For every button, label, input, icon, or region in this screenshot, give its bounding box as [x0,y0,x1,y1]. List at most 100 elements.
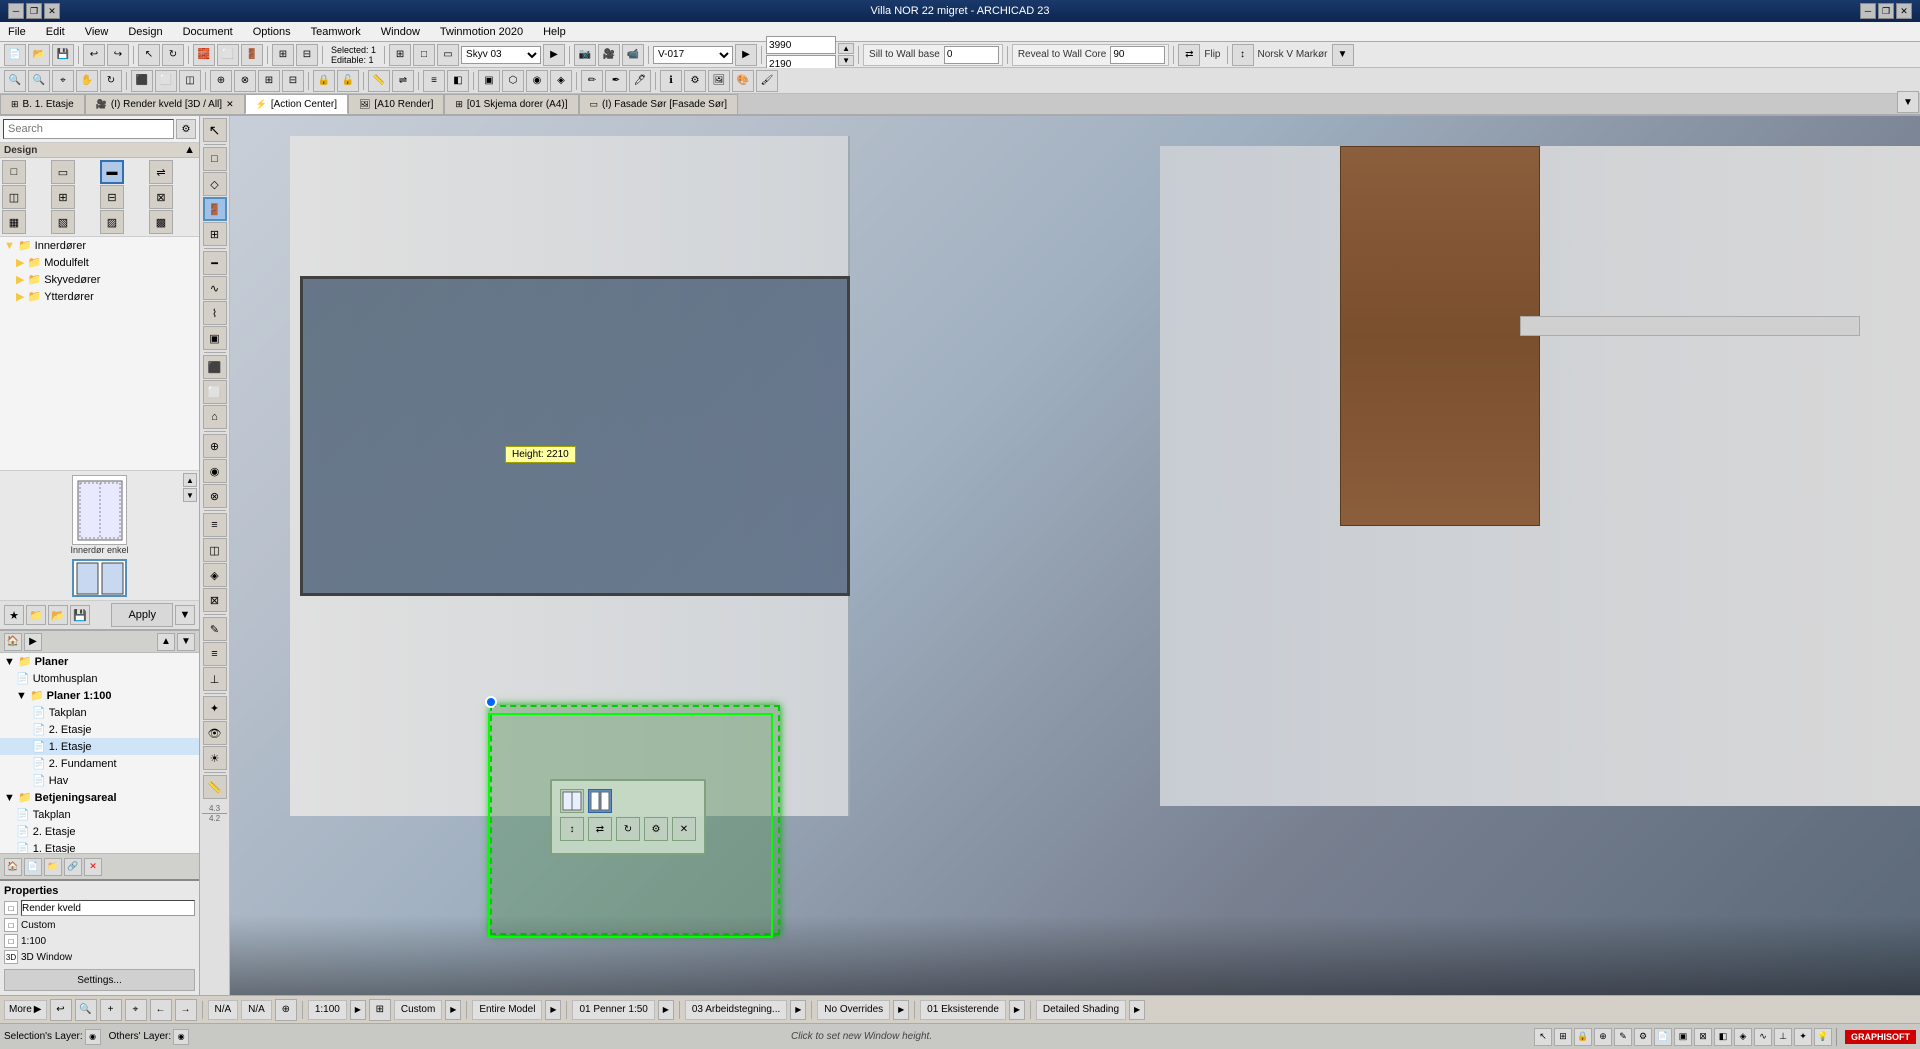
tb-undo[interactable]: ↩ [83,44,105,66]
fav-btn-4[interactable]: 💾 [70,605,90,625]
tree-skyvedorer[interactable]: ▶ 📁 Skyvedører [0,271,199,288]
door-type-7[interactable]: ⊟ [100,185,124,209]
vtool-column[interactable]: ◉ [203,459,227,483]
restore-btn-right[interactable]: ❐ [1878,3,1894,19]
sb2-icon-7[interactable]: 📄 [1654,1028,1672,1046]
tb2-snap4[interactable]: ⊟ [282,70,304,92]
sb2-icon-5[interactable]: ✎ [1614,1028,1632,1046]
nav-zoom-in[interactable]: + [100,999,122,1021]
search-gear-icon[interactable]: ⚙ [176,119,196,139]
tab-0[interactable]: ⊞ B. 1. Etasje [0,94,85,114]
scale-arrow[interactable]: ▶ [350,1000,366,1020]
door-type-12[interactable]: ▩ [149,210,173,234]
tb2-zoom-out[interactable]: 🔍 [4,70,26,92]
vtool-wall[interactable]: ⬜ [203,380,227,404]
sb2-icon-9[interactable]: ⊠ [1694,1028,1712,1046]
vtool-object[interactable]: ⊕ [203,434,227,458]
menu-help[interactable]: Help [539,24,570,40]
min-btn-right[interactable]: ─ [1860,3,1876,19]
restore-btn[interactable]: ❐ [26,3,42,19]
door-type-9[interactable]: ▦ [2,210,26,234]
nav-expand-btn[interactable]: ▼ [177,633,195,651]
others-layer-icon[interactable]: ◉ [173,1029,189,1045]
popup-flip-door[interactable]: ⇄ [588,817,612,841]
tab-3[interactable]: 🖼 [A10 Render] [348,94,444,114]
tree-etasje2-2[interactable]: 📄 2. Etasje [0,823,199,840]
nav-icon-1[interactable]: 🏠 [4,858,22,876]
tb-vcode-arrow[interactable]: ▶ [735,44,757,66]
vtool-morph[interactable]: ⊠ [203,588,227,612]
tree-etasje2-1[interactable]: 📄 2. Etasje [0,721,199,738]
pen-arrow[interactable]: ▶ [658,1000,674,1020]
tb2-solid[interactable]: ⬛ [131,70,153,92]
vtool-beam[interactable]: ⊗ [203,484,227,508]
tb2-wire[interactable]: ⬜ [155,70,177,92]
tb2-pen3[interactable]: 🖊 [629,70,651,92]
thumb-scroll-up[interactable]: ▲ [183,473,197,487]
door-thumb-2[interactable] [72,559,127,597]
tb2-view-mode[interactable]: ◧ [447,70,469,92]
tb-doors[interactable]: 🚪 [241,44,263,66]
fav-btn-3[interactable]: 📂 [48,605,68,625]
tb-new[interactable]: 📄 [4,44,26,66]
tb2-snap1[interactable]: ⊕ [210,70,232,92]
vtool-slab[interactable]: ⬛ [203,355,227,379]
nav-icon-delete[interactable]: ✕ [84,858,102,876]
sb2-icon-3[interactable]: 🔒 [1574,1028,1592,1046]
tb2-unlock[interactable]: 🔓 [337,70,359,92]
tb2-snap3[interactable]: ⊞ [258,70,280,92]
vtool-spline[interactable]: ⌇ [203,301,227,325]
door-type-3[interactable]: ▬ [100,160,124,184]
tb2-pen1[interactable]: ✏ [581,70,603,92]
popup-move-door[interactable]: ↕ [560,817,584,841]
tab-4[interactable]: ⊞ [01 Skjema dorer (A4)] [444,94,578,114]
nav-fit[interactable]: ⌖ [125,999,147,1021]
close-btn-right[interactable]: ✕ [1896,3,1912,19]
tree-planer-100[interactable]: ▼ 📁 Planer 1:100 [0,687,199,704]
sb2-icon-2[interactable]: ⊞ [1554,1028,1572,1046]
tree-takplan-2[interactable]: 📄 Takplan [0,806,199,823]
tree-betjening[interactable]: ▼ 📁 Betjeningsareal [0,789,199,806]
tb2-info[interactable]: ℹ [660,70,682,92]
popup-delete-door[interactable]: ✕ [672,817,696,841]
tree-hav[interactable]: 📄 Hav [0,772,199,789]
tb-marker-arrow[interactable]: ▼ [1332,44,1354,66]
sb2-icon-1[interactable]: ↖ [1534,1028,1552,1046]
nav-icon-4[interactable]: 🔗 [64,858,82,876]
door-type-4[interactable]: ⇌ [149,160,173,184]
coord-nav-btn[interactable]: ⊕ [275,999,297,1021]
tab-5[interactable]: ▭ (I) Fasade Sør [Fasade Sør] [579,94,739,114]
sb2-icon-12[interactable]: ∿ [1754,1028,1772,1046]
tb-cam3[interactable]: 📹 [622,44,644,66]
dim-up[interactable]: ▲ [838,43,854,54]
vtool-stair[interactable]: ≡ [203,513,227,537]
tab-close-1[interactable]: ✕ [226,99,234,110]
tb-marker[interactable]: ↕ [1232,44,1254,66]
apply-button[interactable]: Apply [111,603,173,627]
vtool-rectangle[interactable]: □ [203,147,227,171]
flip-btn[interactable]: ⇄ [1178,44,1200,66]
sill-input1[interactable] [944,46,999,64]
viewport[interactable]: Height: 2210 [230,116,1920,995]
tb2-lock[interactable]: 🔒 [313,70,335,92]
shading-arrow[interactable]: ▶ [1129,1000,1145,1020]
tab-1[interactable]: 🎥 (I) Render kveld [3D / All] ✕ [85,94,245,114]
vtool-line[interactable]: ━ [203,251,227,275]
menu-file[interactable]: File [4,24,30,40]
door-type-8[interactable]: ⊠ [149,185,173,209]
tree-planer[interactable]: ▼ 📁 Planer [0,653,199,670]
search-input[interactable] [3,119,174,139]
tb-plan-icon[interactable]: ⊞ [389,44,411,66]
tb2-zoom-in[interactable]: 🔍 [28,70,50,92]
tb2-render2[interactable]: 🎨 [732,70,754,92]
vtool-sun[interactable]: ☀ [203,746,227,770]
tb-walls[interactable]: 🧱 [193,44,215,66]
tb-save[interactable]: 💾 [52,44,74,66]
override-arrow[interactable]: ▶ [893,1000,909,1020]
nav-next[interactable]: → [175,999,197,1021]
vtool-measure[interactable]: 📏 [203,775,227,799]
vtool-curtain[interactable]: ◫ [203,538,227,562]
sel-layer-icon[interactable]: ◉ [85,1029,101,1045]
vtool-shell[interactable]: ◈ [203,563,227,587]
drawing-arrow[interactable]: ▶ [790,1000,806,1020]
